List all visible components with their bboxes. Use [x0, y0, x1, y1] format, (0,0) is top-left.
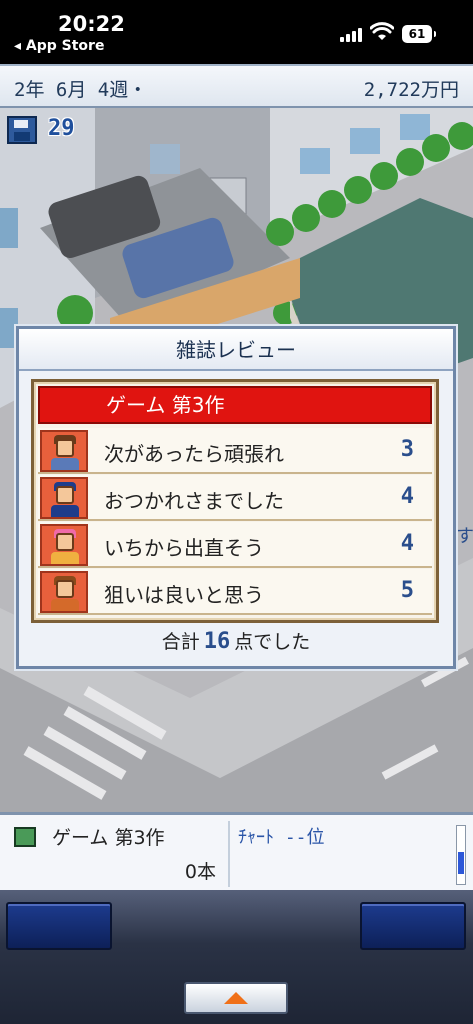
clock-time: 20:22 — [58, 12, 125, 36]
magazine-review-dialog[interactable]: 雑誌レビュー ゲーム 第3作 次があったら頑張れ 3 おつかれさまでした 4 い… — [16, 326, 456, 669]
reviewer-portrait-icon — [40, 477, 88, 519]
save-count: 29 — [48, 116, 75, 141]
total-prefix: 合計 — [161, 631, 200, 653]
review-row: おつかれさまでした 4 — [38, 475, 432, 521]
reviewed-game-title: ゲーム 第3作 — [38, 386, 432, 424]
total-suffix: 点でした — [234, 631, 311, 653]
reviewer-portrait-icon — [40, 524, 88, 566]
control-area — [0, 890, 473, 1024]
total-score-line: 合計 16 点でした — [19, 627, 453, 654]
scene-partial-text: す — [456, 526, 473, 547]
product-title: ゲーム 第3作 — [52, 827, 165, 849]
cellular-signal-icon — [340, 26, 364, 42]
reviewer-portrait-icon — [40, 430, 88, 472]
left-action-button[interactable] — [6, 902, 112, 950]
battery-icon: 61 — [402, 25, 436, 43]
funds-amount: 2,722万円 — [363, 79, 459, 101]
review-comment: いちから出直そう — [104, 536, 264, 560]
review-score: 4 — [400, 484, 414, 509]
game-date: 2年 6月 4週・ — [14, 79, 148, 101]
product-info-panel[interactable]: ゲーム 第3作 0本 ﾁｬｰﾄ --位 — [0, 812, 473, 890]
review-list-box: ゲーム 第3作 次があったら頑張れ 3 おつかれさまでした 4 いちから出直そう… — [31, 379, 439, 623]
open-menu-button[interactable] — [184, 982, 288, 1014]
review-comment: おつかれさまでした — [104, 489, 284, 513]
review-score: 3 — [400, 437, 414, 462]
total-score-value: 16 — [203, 629, 231, 654]
review-comment: 次があったら頑張れ — [104, 442, 284, 466]
ios-status-bar: 20:22 ◂ App Store 61 — [0, 0, 473, 64]
floppy-disk-icon[interactable] — [7, 116, 37, 144]
panel-scrollbar[interactable] — [456, 825, 466, 885]
review-row: 次があったら頑張れ 3 — [38, 428, 432, 474]
review-row: いちから出直そう 4 — [38, 522, 432, 568]
wifi-icon — [370, 22, 394, 40]
panel-divider — [228, 821, 230, 887]
review-score: 5 — [400, 578, 414, 603]
reviewer-portrait-icon — [40, 571, 88, 613]
back-to-app-store-link[interactable]: ◂ App Store — [14, 38, 104, 54]
game-cartridge-icon — [14, 827, 36, 847]
review-comment: 狙いは良いと思う — [104, 583, 264, 607]
review-row: 狙いは良いと思う 5 — [38, 569, 432, 615]
chart-rank: ﾁｬｰﾄ --位 — [238, 827, 325, 848]
right-action-button[interactable] — [360, 902, 466, 950]
dialog-title: 雑誌レビュー — [19, 329, 453, 371]
units-sold: 0本 — [184, 861, 216, 883]
game-info-bar[interactable]: 2年 6月 4週・ 2,722万円 — [0, 64, 473, 108]
review-score: 4 — [400, 531, 414, 556]
